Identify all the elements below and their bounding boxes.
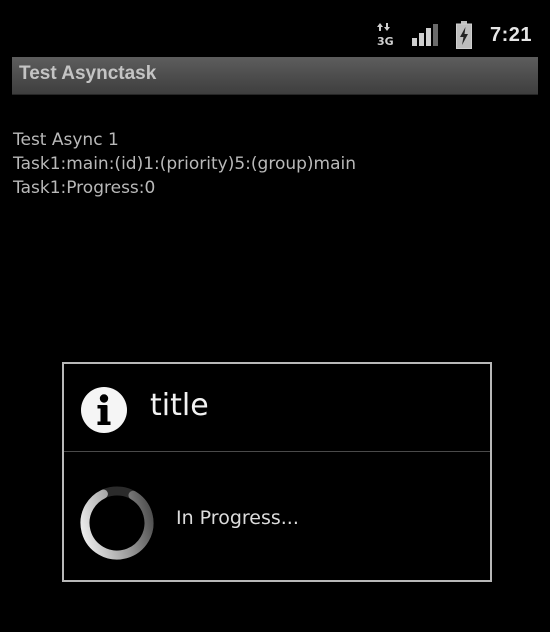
- status-icons: 3G 7:21: [376, 20, 532, 50]
- dialog-header: title: [64, 364, 490, 452]
- status-bar: 3G 7:21: [0, 0, 550, 56]
- android-screen: 3G 7:21 Test Asynctask Test Async 1 Task…: [0, 0, 550, 632]
- app-title: Test Asynctask: [19, 63, 157, 84]
- dialog-title: title: [150, 388, 209, 423]
- battery-charging-icon: [455, 21, 472, 49]
- content-area: Test Async 1 Task1:main:(id)1:(priority)…: [13, 128, 533, 200]
- dialog-body: In Progress...: [64, 452, 490, 580]
- progress-spinner-icon: [80, 486, 154, 560]
- output-line-task-info: Task1:main:(id)1:(priority)5:(group)main: [13, 154, 357, 174]
- progress-message: In Progress...: [176, 507, 299, 529]
- title-bar: Test Asynctask: [12, 57, 538, 95]
- network-type-label: 3G: [377, 35, 394, 48]
- progress-dialog[interactable]: title In Progress...: [62, 362, 492, 582]
- info-icon: [81, 387, 127, 433]
- network-3g-icon: 3G: [376, 23, 394, 48]
- output-line-test-async: Test Async 1: [13, 130, 119, 150]
- output-line-task-progress: Task1:Progress:0: [13, 178, 156, 198]
- signal-strength-icon: [411, 24, 438, 46]
- status-time: 7:21: [489, 23, 532, 46]
